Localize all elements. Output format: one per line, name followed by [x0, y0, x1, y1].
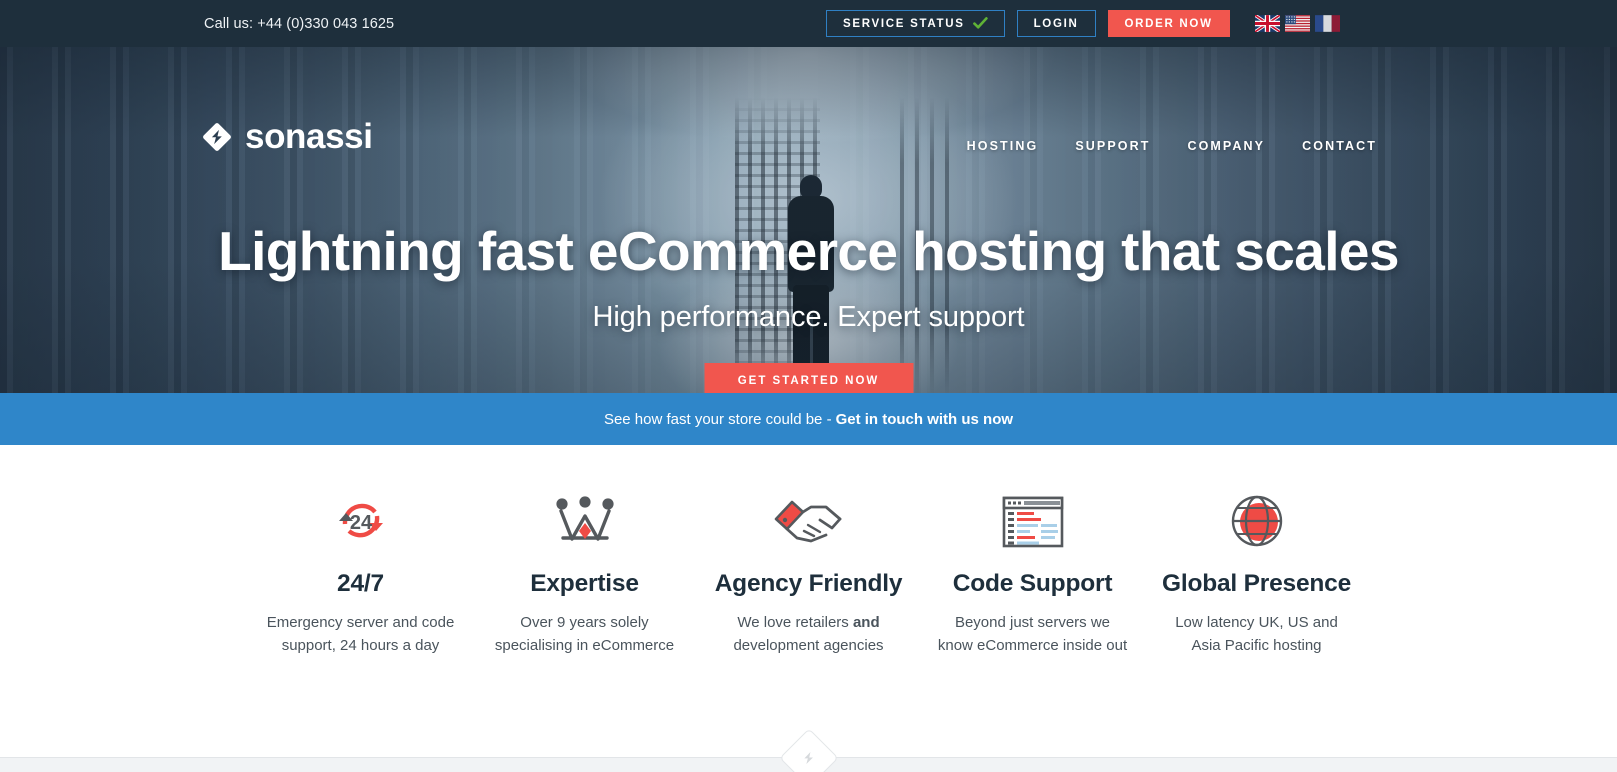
sonassi-bolt-diamond-icon	[203, 122, 231, 151]
hero-section: sonassi HOSTING SUPPORT COMPANY CONTACT …	[0, 47, 1617, 393]
feature-description: Beyond just servers we know eCommerce in…	[937, 613, 1128, 654]
code-window-icon	[1002, 485, 1064, 551]
feature-code-support: Code Support Beyond just servers we know…	[921, 485, 1145, 745]
feature-expertise: Expertise Over 9 years solely specialisi…	[473, 485, 697, 745]
language-flags	[1254, 15, 1340, 32]
feature-desc-bold: and	[852, 613, 880, 631]
site-logo[interactable]: sonassi	[202, 119, 373, 154]
page-root: Call us: +44 (0)330 043 1625 SERVICE STA…	[0, 0, 1617, 772]
main-navigation: HOSTING SUPPORT COMPANY CONTACT	[967, 139, 1377, 153]
order-now-button[interactable]: ORDER NOW	[1107, 10, 1230, 37]
get-started-button[interactable]: GET STARTED NOW	[704, 363, 913, 393]
globe-icon	[1227, 485, 1287, 551]
flag-us-icon[interactable]	[1284, 15, 1310, 32]
promo-strip[interactable]: See how fast your store could be - Get i…	[0, 393, 1617, 445]
feature-title: Agency Friendly	[714, 570, 903, 597]
hero-content: sonassi HOSTING SUPPORT COMPANY CONTACT …	[0, 47, 1617, 393]
feature-title: 24/7	[337, 570, 384, 597]
check-icon	[972, 17, 988, 30]
feature-description: Over 9 years solely specialising in eCom…	[494, 613, 675, 654]
sonassi-bolt-diamond-icon	[803, 751, 813, 765]
nav-item-contact[interactable]: CONTACT	[1302, 139, 1377, 153]
feature-title: Global Presence	[1161, 570, 1351, 597]
utility-actions: SERVICE STATUS LOGIN ORDER NOW	[826, 10, 1340, 37]
feature-desc-pre: We love retailers	[737, 613, 853, 631]
feature-24-7: 24 24/7 Emergency server and code suppor…	[249, 485, 473, 745]
flag-uk-icon[interactable]	[1254, 15, 1280, 32]
features-section: 24 24/7 Emergency server and code suppor…	[0, 445, 1617, 745]
handshake-icon	[770, 485, 848, 551]
svg-text:24: 24	[349, 512, 372, 534]
promo-strip-link[interactable]: Get in touch with us now	[836, 411, 1014, 428]
feature-global-presence: Global Presence Low latency UK, US and A…	[1145, 485, 1369, 745]
feature-description: Low latency UK, US and Asia Pacific host…	[1175, 613, 1338, 654]
nav-item-support[interactable]: SUPPORT	[1075, 139, 1150, 153]
feature-description: Emergency server and code support, 24 ho…	[266, 613, 455, 654]
feature-description: We love retailers and development agenci…	[714, 611, 904, 658]
service-status-button[interactable]: SERVICE STATUS	[826, 10, 1005, 37]
logo-wordmark: sonassi	[245, 117, 373, 156]
feature-desc-post: development agencies	[733, 636, 884, 654]
feature-title: Expertise	[530, 570, 639, 597]
nav-item-company[interactable]: COMPANY	[1187, 139, 1265, 153]
service-status-label: SERVICE STATUS	[843, 17, 965, 30]
utility-bar: Call us: +44 (0)330 043 1625 SERVICE STA…	[0, 0, 1617, 47]
phone-number: Call us: +44 (0)330 043 1625	[204, 15, 395, 32]
flag-fr-icon[interactable]	[1314, 15, 1340, 32]
promo-strip-text: See how fast your store could be -	[603, 410, 832, 428]
login-button[interactable]: LOGIN	[1016, 10, 1096, 37]
hero-subheadline: High performance. Expert support	[592, 301, 1025, 333]
crown-icon	[550, 485, 620, 551]
section-divider	[0, 728, 1617, 772]
feature-agency-friendly: Agency Friendly We love retailers and de…	[697, 485, 921, 745]
nav-item-hosting[interactable]: HOSTING	[967, 139, 1039, 153]
feature-title: Code Support	[952, 570, 1113, 597]
hero-headline: Lightning fast eCommerce hosting that sc…	[218, 220, 1399, 282]
clock-24-arrows-icon: 24	[330, 485, 392, 551]
